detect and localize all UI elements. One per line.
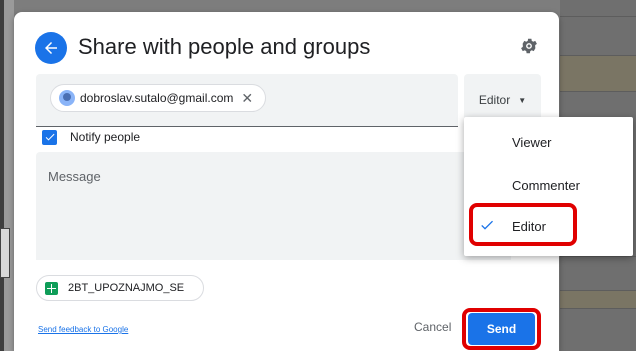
send-feedback-link[interactable]: Send feedback to Google bbox=[38, 325, 128, 334]
back-arrow-icon bbox=[45, 42, 57, 54]
gear-icon bbox=[521, 38, 537, 54]
editor-highlight-box bbox=[469, 203, 577, 246]
cancel-button[interactable]: Cancel bbox=[414, 320, 451, 334]
close-icon[interactable]: ✕ bbox=[241, 90, 253, 107]
chevron-down-icon: ▼ bbox=[518, 95, 527, 105]
recipient-chip[interactable]: dobroslav.sutalo@gmail.com ✕ bbox=[50, 84, 266, 112]
background-cell bbox=[0, 228, 10, 278]
role-menu-item-commenter[interactable]: Commenter bbox=[464, 166, 633, 206]
notify-people-label: Notify people bbox=[70, 130, 141, 144]
role-menu-item-label: Commenter bbox=[512, 178, 580, 193]
role-dropdown-label: Editor bbox=[478, 93, 511, 107]
recipient-email: dobroslav.sutalo@gmail.com bbox=[80, 91, 234, 105]
role-menu-item-label: Viewer bbox=[512, 135, 552, 150]
settings-button[interactable] bbox=[519, 36, 543, 60]
checkbox-icon[interactable] bbox=[42, 129, 57, 145]
dialog-title: Share with people and groups bbox=[78, 34, 371, 59]
recipients-input[interactable]: dobroslav.sutalo@gmail.com ✕ bbox=[36, 74, 458, 127]
send-button[interactable]: Send bbox=[468, 313, 535, 345]
background-row bbox=[560, 256, 636, 257]
message-field[interactable]: Message bbox=[36, 152, 511, 260]
file-name: 2BT_UPOZNAJMO_SE bbox=[68, 282, 185, 294]
back-button[interactable] bbox=[35, 32, 67, 64]
message-placeholder: Message bbox=[48, 169, 101, 184]
background-row bbox=[560, 91, 636, 92]
background-edge bbox=[0, 0, 4, 351]
sheets-icon bbox=[45, 281, 58, 295]
background-row bbox=[560, 16, 636, 17]
background-row bbox=[560, 308, 636, 309]
background-row bbox=[560, 290, 636, 291]
background-band bbox=[560, 290, 636, 308]
notify-people-option[interactable]: Notify people bbox=[42, 126, 140, 148]
background-band bbox=[560, 55, 636, 91]
avatar-icon bbox=[59, 90, 75, 106]
background-row bbox=[560, 55, 636, 56]
attached-file-chip[interactable]: 2BT_UPOZNAJMO_SE bbox=[36, 275, 204, 301]
role-menu: Viewer Commenter Editor bbox=[464, 117, 633, 256]
role-menu-item-viewer[interactable]: Viewer bbox=[464, 123, 633, 163]
